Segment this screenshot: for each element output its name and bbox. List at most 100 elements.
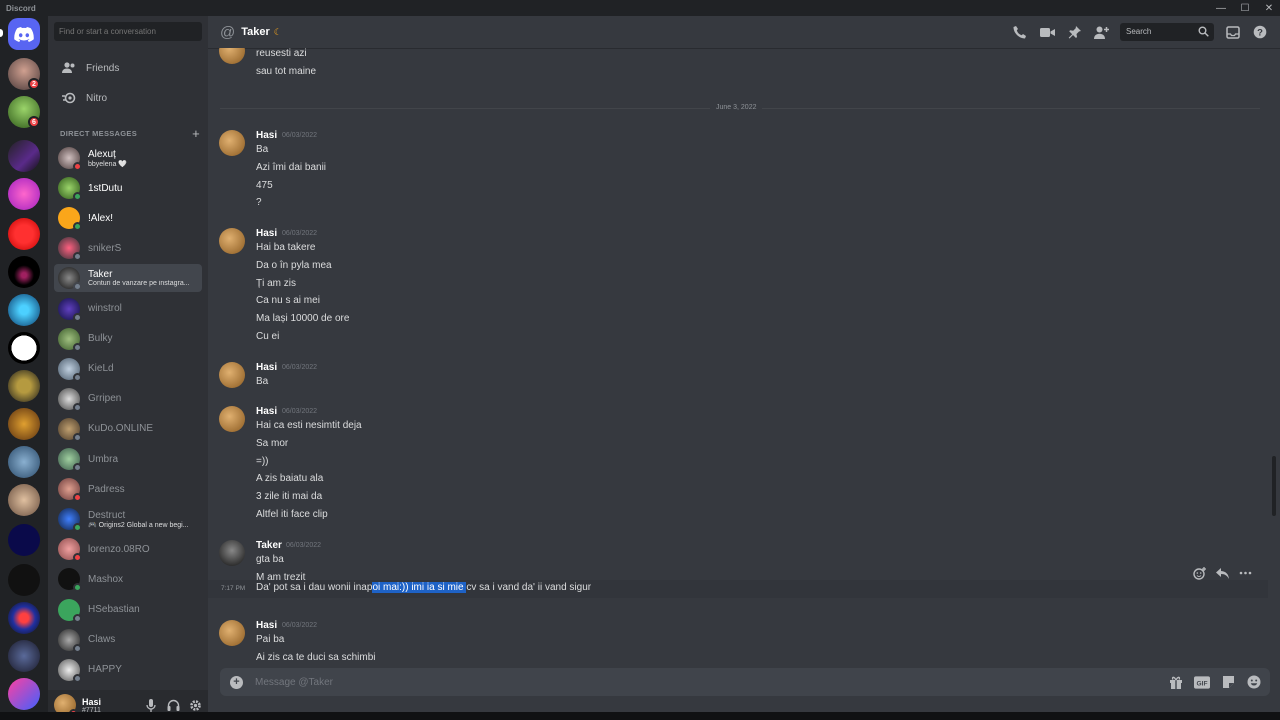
server-icon[interactable] — [8, 640, 40, 672]
dm-item[interactable]: !Alex! — [54, 204, 202, 232]
dm-item[interactable]: Taker Conturi de vanzare pe instagra... — [54, 264, 202, 293]
dm-item[interactable]: 1stDutu — [54, 174, 202, 202]
sticker-button[interactable] — [1220, 674, 1236, 690]
server-icon[interactable] — [8, 218, 40, 250]
dm-item[interactable]: HSebastian — [54, 596, 202, 624]
find-conversation-input[interactable] — [54, 22, 202, 41]
nav-nitro[interactable]: Nitro — [56, 84, 202, 112]
dm-item[interactable]: Claws — [54, 626, 202, 654]
avatar — [58, 177, 82, 202]
close-button[interactable]: ✕ — [1262, 1, 1276, 15]
avatar — [58, 297, 82, 322]
message-author[interactable]: Hasi — [256, 620, 277, 631]
video-call-button[interactable] — [1039, 24, 1055, 40]
server-icon[interactable] — [8, 602, 40, 634]
reply-button[interactable] — [1215, 566, 1229, 580]
dm-item[interactable]: lorenzo.08RO — [54, 535, 202, 563]
server-icon[interactable] — [8, 678, 40, 710]
message-text: Ma lași 10000 de ore — [256, 313, 350, 325]
server-icon[interactable] — [8, 484, 40, 516]
status-indicator — [73, 613, 82, 623]
dm-item[interactable]: Umbra — [54, 445, 202, 473]
message-author[interactable]: Hasi — [256, 228, 277, 239]
message-list[interactable]: reusesti azi sau tot maine June 3, 2022 … — [208, 48, 1268, 678]
add-reaction-button[interactable] — [1192, 566, 1206, 580]
dm-item[interactable]: Padress — [54, 475, 202, 503]
server-icon[interactable] — [8, 370, 40, 402]
dm-item[interactable]: Alexuț bbyelena 🤍 — [54, 144, 202, 172]
avatar[interactable] — [219, 48, 245, 64]
home-button[interactable] — [8, 18, 40, 50]
message-author[interactable]: Taker — [256, 540, 282, 551]
dm-text: KuDo.ONLINE — [88, 423, 153, 434]
inbox-button[interactable] — [1225, 24, 1241, 40]
create-dm-button[interactable]: + — [192, 126, 200, 141]
avatar[interactable] — [219, 540, 245, 566]
user-settings-button[interactable] — [188, 698, 202, 712]
message-text: Hai ba takere — [256, 242, 316, 253]
message-timestamp: 7:17 PM — [221, 585, 246, 592]
message-text: A zis baiatu ala — [256, 473, 324, 485]
server-icon[interactable] — [8, 332, 40, 364]
selected-indicator — [0, 29, 3, 37]
dm-item[interactable]: KuDo.ONLINE — [54, 415, 202, 443]
avatar[interactable] — [219, 620, 245, 646]
deafen-button[interactable] — [166, 698, 180, 712]
dm-item[interactable]: winstrol — [54, 295, 202, 323]
server-icon[interactable] — [8, 256, 40, 288]
voice-call-button[interactable] — [1012, 24, 1028, 40]
status-indicator — [73, 673, 82, 683]
voice-controls — [144, 698, 202, 712]
message-text: Ca nu s ai mei — [256, 295, 320, 307]
avatar[interactable] — [219, 228, 245, 254]
dm-name: snikerS — [88, 242, 122, 254]
dm-item[interactable]: Bulky — [54, 325, 202, 353]
maximize-button[interactable]: ☐ — [1238, 1, 1252, 15]
add-friends-to-dm-button[interactable] — [1093, 24, 1109, 40]
dm-item[interactable]: KieLd — [54, 355, 202, 383]
avatar[interactable] — [219, 406, 245, 432]
message-timestamp: 06/03/2022 — [286, 542, 322, 549]
avatar — [58, 417, 82, 442]
message-author[interactable]: Hasi — [256, 406, 277, 417]
video-camera-icon — [1039, 27, 1055, 37]
message-timestamp: 06/03/2022 — [282, 364, 318, 371]
avatar — [58, 237, 82, 262]
message-text: ? — [256, 197, 262, 209]
server-icon[interactable] — [8, 446, 40, 478]
dm-item[interactable]: Destruct 🎮 Origins2 Global a new begi... — [54, 505, 202, 533]
gif-button[interactable]: GIF — [1194, 674, 1210, 690]
server-icon[interactable] — [8, 178, 40, 210]
mute-button[interactable] — [144, 698, 158, 712]
avatar[interactable] — [219, 362, 245, 388]
server-icon[interactable] — [8, 294, 40, 326]
server-icon[interactable] — [8, 564, 40, 596]
pinned-messages-button[interactable] — [1066, 24, 1082, 40]
message-timestamp: 06/03/2022 — [282, 408, 318, 415]
help-button[interactable]: ? — [1252, 24, 1268, 40]
message-author[interactable]: Hasi — [256, 130, 277, 141]
avatar — [58, 207, 82, 232]
dm-item[interactable]: HAPPY — [54, 656, 202, 684]
dm-item[interactable]: snikerS — [54, 234, 202, 262]
server-icon[interactable] — [8, 140, 40, 172]
dm-text: snikerS — [88, 243, 121, 254]
search-input[interactable]: Search — [1120, 23, 1214, 41]
message-composer[interactable]: + Message @Taker GIF — [220, 668, 1270, 696]
dm-item[interactable]: Mashox — [54, 565, 202, 593]
server-icon[interactable] — [8, 408, 40, 440]
gift-button[interactable] — [1168, 674, 1184, 690]
scrollbar-thumb[interactable] — [1272, 456, 1276, 516]
svg-text:GIF: GIF — [1197, 680, 1208, 687]
avatar — [58, 387, 82, 412]
upload-button[interactable]: + — [230, 675, 243, 689]
avatar[interactable] — [219, 130, 245, 156]
emoji-button[interactable] — [1246, 674, 1262, 690]
dm-item[interactable]: Grripen — [54, 385, 202, 413]
message-author[interactable]: Hasi — [256, 362, 277, 373]
user-names[interactable]: Hasi #7711 — [82, 697, 101, 714]
nav-friends[interactable]: Friends — [56, 54, 202, 82]
server-icon[interactable] — [8, 524, 40, 556]
more-options-button[interactable] — [1238, 566, 1252, 580]
minimize-button[interactable]: — — [1214, 1, 1228, 15]
